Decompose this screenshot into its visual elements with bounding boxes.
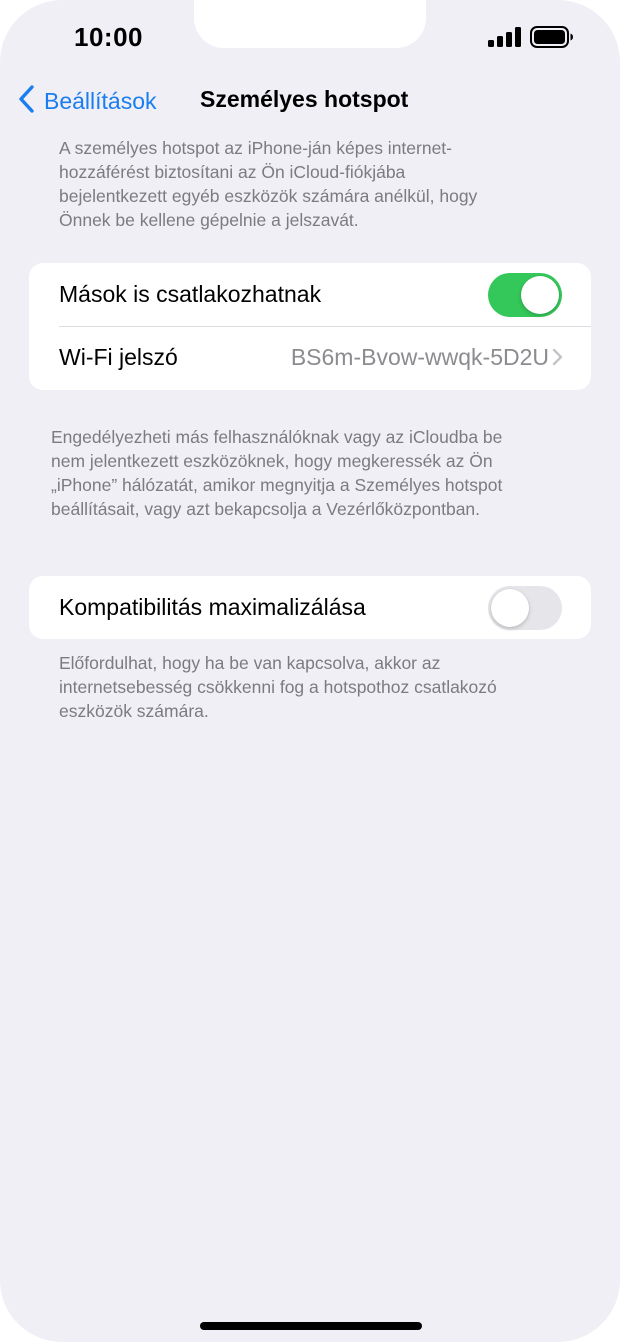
- intro-line: hozzáférést biztosítani az Ön iCloud-fió…: [59, 162, 406, 182]
- compatibility-group: Kompatibilitás maximalizálása: [29, 576, 591, 639]
- device-notch: [194, 0, 426, 48]
- maximize-compat-toggle[interactable]: [488, 586, 562, 630]
- chevron-left-icon: [18, 84, 36, 119]
- footer-line: nem jelentkezett eszközöknek, hogy megke…: [51, 451, 493, 471]
- footer-line: Előfordulhat, hogy ha be van kapcsolva, …: [59, 653, 441, 673]
- toggle-knob: [521, 276, 559, 314]
- toggle-knob: [491, 589, 529, 627]
- battery-full-icon: [530, 26, 574, 53]
- signal-bars-icon: [488, 27, 522, 52]
- back-button-label: Beállítások: [44, 88, 157, 114]
- allow-others-row: Mások is csatlakozhatnak: [29, 263, 591, 327]
- allow-others-footer: Engedélyezheti más felhasználóknak vagy …: [51, 425, 502, 521]
- wifi-password-row[interactable]: Wi-Fi jelszó BS6m-Bvow-wwqk-5D2U: [29, 326, 591, 390]
- maximize-compat-row: Kompatibilitás maximalizálása: [29, 576, 591, 639]
- intro-line: A személyes hotspot az iPhone-ján képes …: [59, 138, 452, 158]
- maximize-compat-label: Kompatibilitás maximalizálása: [59, 594, 366, 620]
- phone-screen: 10:00 Beállítások Személyes hotspot A sz…: [0, 0, 620, 1342]
- footer-line: „iPhone” hálózatát, amikor megnyitja a S…: [51, 475, 503, 495]
- intro-line: Önnek be kellene gépelnie a jelszavát.: [59, 210, 359, 230]
- maximize-compat-footer: Előfordulhat, hogy ha be van kapcsolva, …: [59, 651, 497, 723]
- wifi-password-label: Wi-Fi jelszó: [59, 344, 178, 370]
- intro-description: A személyes hotspot az iPhone-ján képes …: [59, 136, 477, 232]
- intro-line: bejelentkezett egyéb eszközök számára an…: [59, 186, 478, 206]
- footer-line: beállításait, vagy azt bekapcsolja a Vez…: [51, 499, 481, 519]
- chevron-right-icon: [552, 348, 563, 371]
- footer-line: internetsebesség csökkenni fog a hotspot…: [59, 677, 497, 697]
- status-indicators: [488, 26, 574, 53]
- home-indicator[interactable]: [200, 1322, 422, 1330]
- allow-others-label: Mások is csatlakozhatnak: [59, 281, 322, 307]
- footer-line: eszközök számára.: [59, 701, 209, 721]
- page-title: Személyes hotspot: [200, 86, 409, 112]
- allow-others-toggle[interactable]: [488, 273, 562, 317]
- footer-line: Engedélyezheti más felhasználóknak vagy …: [51, 427, 503, 447]
- navigation-bar: Beállítások Személyes hotspot: [0, 84, 620, 118]
- status-time: 10:00: [74, 22, 143, 52]
- hotspot-settings-group: Mások is csatlakozhatnak Wi-Fi jelszó BS…: [29, 263, 591, 390]
- back-button[interactable]: Beállítások: [18, 84, 157, 119]
- wifi-password-value: BS6m-Bvow-wwqk-5D2U: [290, 344, 549, 370]
